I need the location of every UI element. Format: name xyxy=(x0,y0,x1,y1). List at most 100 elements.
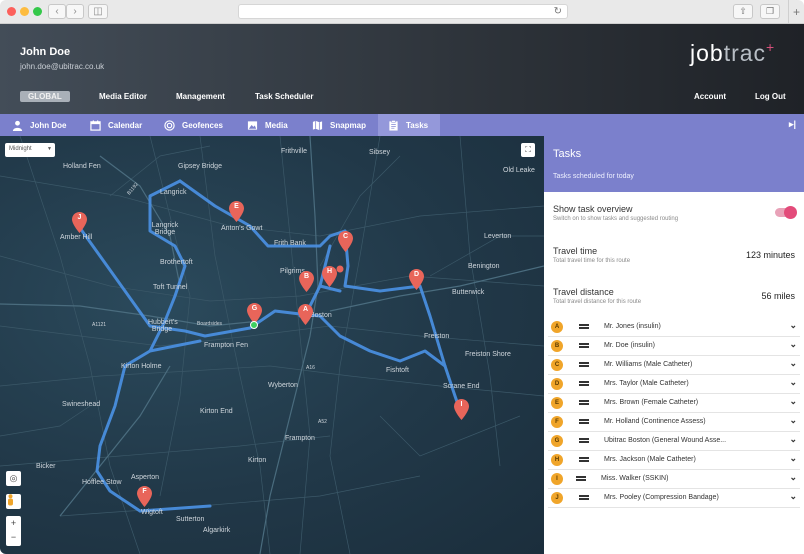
tabs-overview-icon[interactable]: ❐ xyxy=(760,4,780,19)
tab-user[interactable]: John Doe xyxy=(12,114,66,136)
task-row[interactable]: D Mrs. Taylor (Male Catheter) ⌄ xyxy=(548,375,800,394)
street-view-pegman-icon[interactable] xyxy=(6,494,21,509)
chevron-down-icon[interactable]: ⌄ xyxy=(789,339,797,350)
task-marker-d[interactable]: D xyxy=(409,269,424,290)
drag-handle-icon[interactable] xyxy=(579,343,589,348)
task-letter-badge: C xyxy=(551,359,563,371)
fullscreen-icon[interactable]: ⛶ xyxy=(521,143,535,157)
chevron-down-icon[interactable]: ⌄ xyxy=(789,472,797,483)
map-place-label: Boardsides xyxy=(197,321,223,327)
drag-handle-icon[interactable] xyxy=(579,457,589,462)
map-place-label: Kirton xyxy=(248,457,267,464)
marker-letter: F xyxy=(142,488,147,495)
task-name: Miss. Walker (SSKIN) xyxy=(601,475,669,482)
task-marker-j[interactable]: J xyxy=(72,212,87,233)
task-row[interactable]: G Ubitrac Boston (General Wound Asse... … xyxy=(548,432,800,451)
task-marker-i[interactable]: I xyxy=(454,399,469,420)
drag-handle-icon[interactable] xyxy=(579,438,589,443)
map-place-label: Sibsey xyxy=(369,149,391,156)
task-row[interactable]: F Mr. Holland (Continence Assess) ⌄ xyxy=(548,413,800,432)
tab-snapmap[interactable]: Snapmap xyxy=(312,114,366,136)
media-editor-link[interactable]: Media Editor xyxy=(99,92,147,101)
locate-me-icon[interactable]: ◎ xyxy=(6,471,21,486)
map-place-label: Kirton End xyxy=(200,408,233,415)
task-row[interactable]: E Mrs. Brown (Female Catheter) ⌄ xyxy=(548,394,800,413)
chevron-down-icon[interactable]: ⌄ xyxy=(789,377,797,388)
map-place-label: Frithville xyxy=(281,148,308,155)
drag-handle-icon[interactable] xyxy=(579,419,589,424)
tab-media[interactable]: Media xyxy=(247,114,288,136)
task-marker-e[interactable]: E xyxy=(229,201,244,222)
sidebar-toggle-icon[interactable]: ◫ xyxy=(88,4,108,19)
browser-toolbar: ‹ › ◫ ↻ ⇧ ❐ + xyxy=(0,0,804,24)
travel-distance-value: 56 miles xyxy=(761,291,795,301)
task-overview-toggle[interactable] xyxy=(775,206,797,219)
task-letter-badge: D xyxy=(551,378,563,390)
task-marker-a[interactable]: A xyxy=(298,304,313,325)
map-place-label: Langrick xyxy=(160,189,187,196)
task-name: Mr. Williams (Male Catheter) xyxy=(604,361,693,368)
tab-tasks[interactable]: Tasks xyxy=(378,114,440,136)
task-marker-b[interactable]: B xyxy=(299,271,314,292)
tab-geofences[interactable]: Geofences xyxy=(164,114,223,136)
drag-handle-icon[interactable] xyxy=(579,324,589,329)
tab-calendar-label: Calendar xyxy=(108,120,143,130)
map-style-select[interactable]: Midnight ▼ xyxy=(5,143,55,157)
zoom-in-button[interactable]: + xyxy=(6,516,21,530)
drag-handle-icon[interactable] xyxy=(579,381,589,386)
drag-handle-icon[interactable] xyxy=(576,476,586,481)
chevron-down-icon[interactable]: ⌄ xyxy=(789,320,797,331)
chevron-down-icon[interactable]: ⌄ xyxy=(789,396,797,407)
task-row[interactable]: H Mrs. Jackson (Male Catheter) ⌄ xyxy=(548,451,800,470)
chevron-down-icon[interactable]: ⌄ xyxy=(789,491,797,502)
drag-handle-icon[interactable] xyxy=(579,362,589,367)
module-tab-bar: John Doe Calendar Geofences Media Snapma… xyxy=(0,114,804,136)
new-tab-button[interactable]: + xyxy=(788,0,804,24)
share-icon[interactable]: ⇧ xyxy=(733,4,753,19)
map-view[interactable]: Frithville Sibsey Holland Fen Gipsey Bri… xyxy=(0,136,544,554)
chevron-down-icon: ▼ xyxy=(47,146,52,152)
zoom-controls: + − xyxy=(6,516,21,546)
map-place-label: Freiston xyxy=(424,333,450,340)
chevron-down-icon[interactable]: ⌄ xyxy=(789,453,797,464)
task-row[interactable]: I Miss. Walker (SSKIN) ⌄ xyxy=(548,470,800,489)
tab-snapmap-label: Snapmap xyxy=(330,120,367,130)
minimize-window-button[interactable] xyxy=(20,7,29,16)
drag-handle-icon[interactable] xyxy=(579,400,589,405)
drag-handle-icon[interactable] xyxy=(579,495,589,500)
marker-letter: I xyxy=(460,401,463,408)
task-scheduler-link[interactable]: Task Scheduler xyxy=(255,92,314,101)
map-place-label: Brothertoft xyxy=(160,259,193,266)
top-navigation: GLOBAL Media Editor Management Task Sche… xyxy=(0,91,804,106)
zoom-out-button[interactable]: − xyxy=(6,530,21,544)
chevron-down-icon[interactable]: ⌄ xyxy=(789,358,797,369)
task-row[interactable]: J Mrs. Pooley (Compression Bandage) ⌄ xyxy=(548,489,800,508)
management-link[interactable]: Management xyxy=(176,92,225,101)
task-row[interactable]: A Mr. Jones (insulin) ⌄ xyxy=(548,318,800,337)
map-place-label: Bicker xyxy=(36,463,56,470)
collapse-panel-icon[interactable]: ▸| xyxy=(789,119,796,130)
marker-letter: D xyxy=(413,271,420,278)
back-button[interactable]: ‹ xyxy=(48,4,66,19)
close-window-button[interactable] xyxy=(7,7,16,16)
maximize-window-button[interactable] xyxy=(33,7,42,16)
map-place-label: Hofflee Stow xyxy=(82,479,122,486)
account-link[interactable]: Account xyxy=(694,92,726,101)
map-place-label: Anton's Gowt xyxy=(221,225,263,232)
map-place-label: Boston xyxy=(310,312,332,319)
reload-icon[interactable]: ↻ xyxy=(554,5,562,18)
tab-calendar[interactable]: Calendar xyxy=(90,114,142,136)
logout-link[interactable]: Log Out xyxy=(755,92,786,101)
task-row[interactable]: B Mr. Doe (insulin) ⌄ xyxy=(548,337,800,356)
current-location-dot xyxy=(250,321,258,329)
forward-button[interactable]: › xyxy=(66,4,84,19)
task-row[interactable]: C Mr. Williams (Male Catheter) ⌄ xyxy=(548,356,800,375)
chevron-down-icon[interactable]: ⌄ xyxy=(789,415,797,426)
map-place-label: Amber Hill xyxy=(60,234,93,241)
task-marker-f[interactable]: F xyxy=(137,486,152,507)
address-bar[interactable]: ↻ xyxy=(238,4,568,19)
global-button[interactable]: GLOBAL xyxy=(20,91,70,102)
task-marker-c[interactable]: C xyxy=(338,231,353,252)
map-place-label: Gipsey Bridge xyxy=(178,163,222,170)
chevron-down-icon[interactable]: ⌄ xyxy=(789,434,797,445)
